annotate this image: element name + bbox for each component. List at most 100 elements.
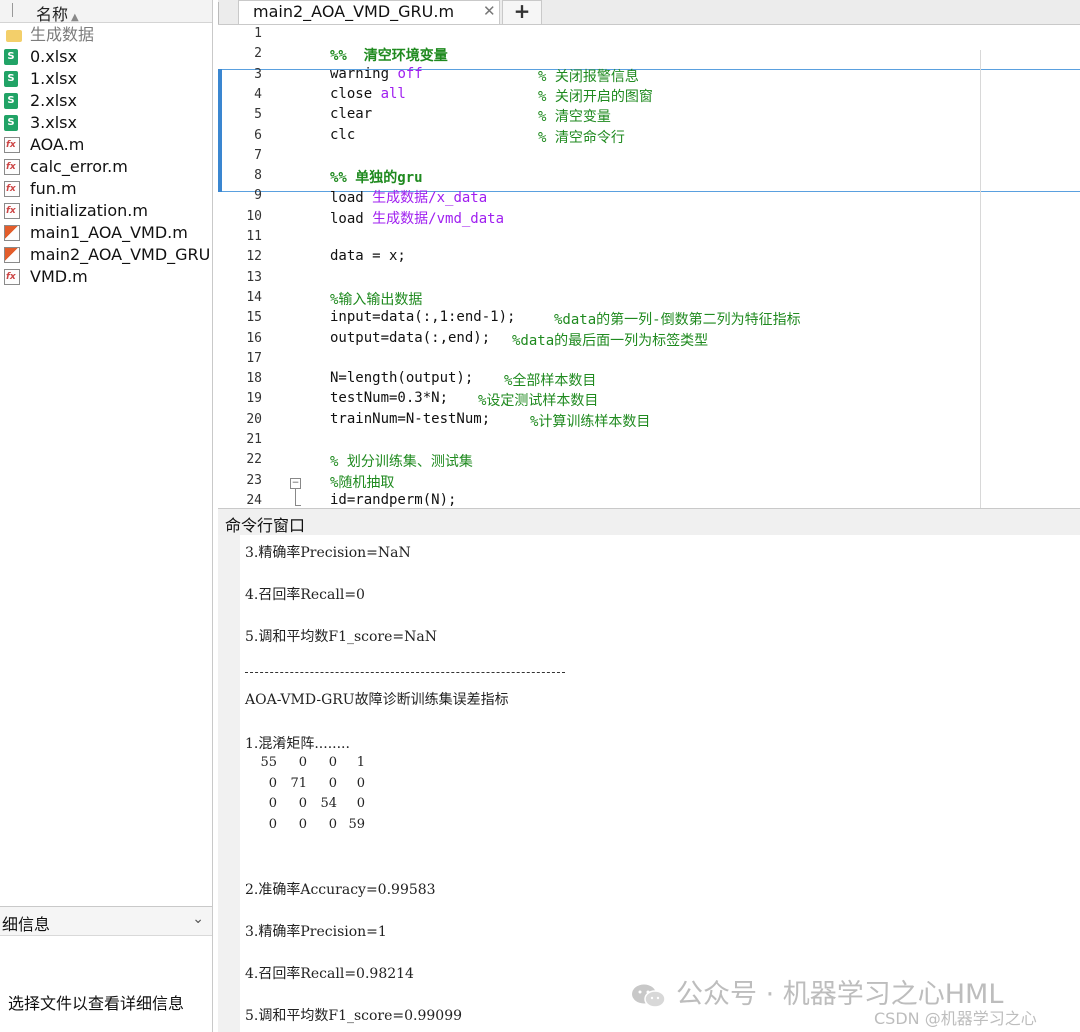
matrix-cell: 0 xyxy=(328,775,337,791)
code-line: testNum=0.3*N; xyxy=(330,390,449,407)
matrix-cell: 0 xyxy=(356,775,365,791)
file-name: 3.xlsx xyxy=(30,113,77,132)
line-number: 5 xyxy=(254,107,262,123)
file-name: main1_AOA_VMD.m xyxy=(30,223,188,242)
code-comment: %data的最后面一列为标签类型 xyxy=(512,332,709,349)
code-comment: %全部样本数目 xyxy=(504,373,597,390)
file-item[interactable]: S 2.xlsx xyxy=(0,90,212,112)
command-window-header[interactable]: 命令行窗口 xyxy=(218,508,1080,536)
matrix-cell: 0 xyxy=(298,816,307,832)
code-line: N=length(output); xyxy=(330,370,474,387)
code-keyword: close xyxy=(330,85,381,102)
chevron-down-icon[interactable]: ⌄ xyxy=(192,911,204,927)
details-title: 细信息 xyxy=(2,915,51,934)
add-tab-button[interactable]: + xyxy=(502,0,542,24)
tab-separator xyxy=(218,2,219,24)
line-number: 13 xyxy=(246,269,262,285)
code-line: input=data(:,1:end-1); xyxy=(330,309,516,326)
code-line: %% 单独的gru xyxy=(330,170,423,187)
code-area[interactable]: − 1 2%% 清空环境变量 3 warning off% 关闭报警信息 4 close … xyxy=(218,25,1080,508)
details-panel-header[interactable]: 细信息 ⌄ xyxy=(0,906,212,936)
line-number: 21 xyxy=(246,432,262,447)
code-comment: % 清空命令行 xyxy=(538,129,625,146)
code-line: warning off xyxy=(330,66,423,82)
file-item[interactable]: S 0.xlsx xyxy=(0,46,212,68)
script-file-icon: fx xyxy=(4,159,20,175)
output-line: 4.召回率Recall=0 xyxy=(245,587,365,603)
code-line: %随机抽取 xyxy=(330,474,395,491)
matrix-cell: 0 xyxy=(268,775,277,791)
matrix-cell: 0 xyxy=(268,796,277,811)
tab-main2[interactable]: main2_AOA_VMD_GRU.m ✕ xyxy=(238,0,500,24)
matrix-cell: 1 xyxy=(356,755,365,770)
fold-line xyxy=(295,489,296,505)
code-line: data = x; xyxy=(330,248,406,265)
folder-icon xyxy=(6,30,22,42)
right-margin-line xyxy=(980,50,981,508)
output-line: 3.精确率Precision=NaN xyxy=(245,545,411,561)
code-line: %输入输出数据 xyxy=(330,291,423,308)
file-browser-header[interactable]: 名称 ▲ xyxy=(0,0,212,25)
line-number: 20 xyxy=(246,411,262,427)
fold-end xyxy=(295,505,301,506)
line-number: 17 xyxy=(246,350,262,366)
tab-label: main2_AOA_VMD_GRU.m xyxy=(253,2,455,21)
live-script-icon xyxy=(4,247,20,263)
command-window-title: 命令行窗口 xyxy=(225,516,306,535)
code-line: %% 清空环境变量 xyxy=(330,48,448,65)
matrix-cell: 55 xyxy=(260,755,277,770)
script-file-icon: fx xyxy=(4,137,20,153)
file-item[interactable]: fx fun.m xyxy=(0,178,212,200)
file-item[interactable]: fx AOA.m xyxy=(0,134,212,156)
fold-icon[interactable]: − xyxy=(290,478,301,489)
matrix-cell: 59 xyxy=(348,816,365,832)
command-window[interactable]: 3.精确率Precision=NaN 4.召回率Recall=0 5.调和平均数… xyxy=(218,535,1080,1032)
line-number: 7 xyxy=(254,147,262,163)
close-icon[interactable]: ✕ xyxy=(483,2,496,20)
file-name: fun.m xyxy=(30,179,77,198)
spreadsheet-icon: S xyxy=(4,93,18,109)
code-argument: 生成数据/x_data xyxy=(372,190,488,207)
line-number: 10 xyxy=(246,208,262,224)
line-number: 11 xyxy=(246,229,262,244)
line-number: 16 xyxy=(246,330,262,346)
output-line: 1.混淆矩阵........ xyxy=(245,736,350,752)
code-comment: % 关闭报警信息 xyxy=(538,68,639,85)
details-placeholder: 选择文件以查看详细信息 xyxy=(8,994,185,1013)
file-item[interactable]: 生成数据 xyxy=(0,24,212,46)
line-number: 2 xyxy=(254,46,262,62)
file-item[interactable]: main1_AOA_VMD.m xyxy=(0,222,212,244)
matrix-cell: 0 xyxy=(298,796,307,811)
file-item[interactable]: fx VMD.m xyxy=(0,266,212,288)
matrix-cell: 0 xyxy=(328,755,337,770)
code-comment: %data的第一列-倒数第二列为特征指标 xyxy=(554,312,801,329)
code-line: % 划分训练集、测试集 xyxy=(330,454,473,471)
file-item[interactable]: S 3.xlsx xyxy=(0,112,212,134)
file-item[interactable]: fx calc_error.m xyxy=(0,156,212,178)
code-comment: % 清空变量 xyxy=(538,109,611,126)
code-keyword: load xyxy=(330,190,373,207)
name-column-header[interactable]: 名称 ▲ xyxy=(36,1,79,25)
matrix-cell: 54 xyxy=(320,796,337,811)
line-number: 12 xyxy=(246,249,262,265)
line-number: 14 xyxy=(246,289,262,305)
matrix-cell: 0 xyxy=(298,755,307,770)
file-name: initialization.m xyxy=(30,201,148,220)
line-number: 23 xyxy=(246,472,262,488)
file-name: 0.xlsx xyxy=(30,47,77,66)
spreadsheet-icon: S xyxy=(4,71,18,87)
separator-line xyxy=(245,672,565,673)
select-column xyxy=(2,3,13,17)
file-browser: 名称 ▲ 生成数据 S 0.xlsx S 1.xlsx S 2.xlsx S 3.xlsx fx AO… xyxy=(0,0,213,1032)
file-item[interactable]: fx initialization.m xyxy=(0,200,212,222)
code-line: clear xyxy=(330,106,373,123)
script-file-icon: fx xyxy=(4,269,20,285)
editor-tab-bar: main2_AOA_VMD_GRU.m ✕ + xyxy=(218,0,1080,25)
sort-ascending-icon: ▲ xyxy=(71,12,79,23)
file-item[interactable]: main2_AOA_VMD_GRU.. xyxy=(0,244,212,266)
spreadsheet-icon: S xyxy=(4,115,18,131)
line-number: 18 xyxy=(246,371,262,387)
command-window-gutter xyxy=(218,535,240,1032)
file-item[interactable]: S 1.xlsx xyxy=(0,68,212,90)
code-line: load 生成数据/vmd_data xyxy=(330,208,504,228)
